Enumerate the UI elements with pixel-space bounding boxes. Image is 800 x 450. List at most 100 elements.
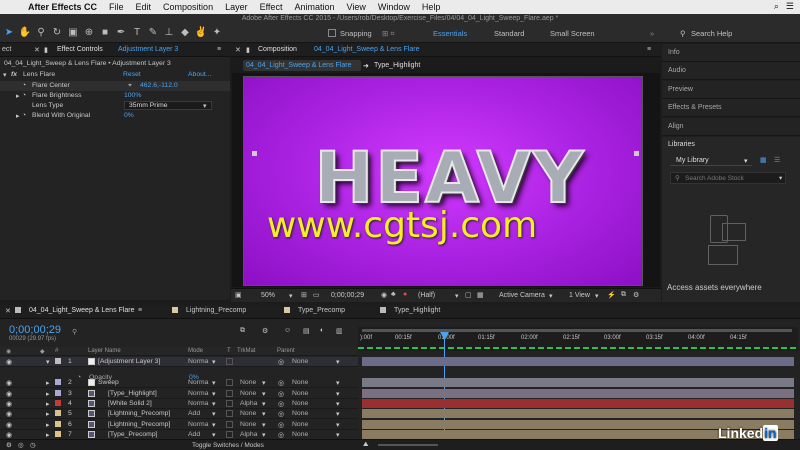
expand-arrow-icon[interactable]: ▸ <box>46 431 49 439</box>
lock-icon[interactable]: ▮ <box>246 46 250 54</box>
label-color-swatch[interactable] <box>55 379 61 387</box>
expand-arrow-icon[interactable]: ▸ <box>46 400 49 408</box>
layer-name[interactable]: [Adjustment Layer 3] <box>98 358 160 365</box>
stock-search-input[interactable]: ⚲ Search Adobe Stock ▾ <box>670 172 786 184</box>
blend-value[interactable]: 0% <box>124 112 134 119</box>
layer-row[interactable]: ◉ ▸ 4 [White Solid 2] Norma ▾ Alpha ▾ ◎ None ▾ <box>0 399 358 409</box>
eye-icon[interactable]: ◉ <box>6 358 12 366</box>
collapse-arrow-icon[interactable]: ▾ <box>3 71 6 79</box>
mode-dropdown[interactable]: Norma <box>188 390 208 397</box>
menu-animation[interactable]: Animation <box>288 2 340 12</box>
preview-panel[interactable]: Preview <box>662 81 800 99</box>
label-color-swatch[interactable] <box>55 421 61 429</box>
parent-dropdown[interactable]: None <box>292 400 308 407</box>
layer-row[interactable]: ◉ ▸ 6 [Lightning_Precomp] Norma ▾ None ▾ ◎ None ▾ <box>0 420 358 430</box>
label-color-swatch[interactable] <box>55 358 61 366</box>
expand-arrow-icon[interactable]: ▸ <box>46 390 49 398</box>
spotlight-icon[interactable]: ⌕ <box>774 1 779 12</box>
layer-name[interactable]: [Type_Precomp] <box>108 431 158 438</box>
label-color-swatch[interactable] <box>55 400 61 408</box>
roi-icon[interactable]: ▢ <box>465 291 472 299</box>
fx-icon[interactable]: fx <box>11 71 17 78</box>
expand-arrow-icon[interactable]: ▸ <box>46 421 49 429</box>
layer-name[interactable]: [Lightning_Precomp] <box>108 421 170 428</box>
snap-options-icon[interactable]: ⊞ ⌗ <box>382 29 395 39</box>
reset-link[interactable]: Reset <box>123 71 141 78</box>
menu-edit[interactable]: Edit <box>130 2 158 12</box>
comp-subtab-type-highlight[interactable]: Type_Highlight <box>374 62 420 69</box>
clone-tool-icon[interactable]: ⊥ <box>162 26 176 40</box>
zoom-slider[interactable] <box>378 444 438 446</box>
transparency-grid-icon[interactable]: ▦ <box>477 291 484 299</box>
stopwatch-icon[interactable]: ◔ <box>22 112 26 119</box>
pickwhip-icon[interactable]: ◎ <box>278 358 284 366</box>
mode-dropdown[interactable]: Add <box>188 431 200 438</box>
parent-dropdown[interactable]: None <box>292 410 308 417</box>
eye-icon[interactable]: ◉ <box>6 348 11 355</box>
roto-tool-icon[interactable]: ✌ <box>194 26 208 40</box>
pickwhip-icon[interactable]: ◎ <box>278 400 284 408</box>
preserve-transparency-checkbox[interactable] <box>226 390 233 399</box>
stopwatch-icon[interactable]: ◔ <box>22 82 26 89</box>
workspace-small-screen[interactable]: Small Screen <box>550 29 595 38</box>
zoom-tool-icon[interactable]: ⚲ <box>34 26 48 40</box>
menu-list-icon[interactable]: ☰ <box>786 1 794 12</box>
expand-arrow-icon[interactable]: ▸ <box>46 410 49 418</box>
tab-timeline-main[interactable]: 04_04_Light_Sweep & Lens Flare <box>29 307 134 314</box>
col-trkmat[interactable]: TrkMat <box>237 348 255 354</box>
audio-panel[interactable]: Audio <box>662 62 800 80</box>
menu-view[interactable]: View <box>340 2 371 12</box>
library-dropdown[interactable]: My Library ▾ <box>670 156 752 166</box>
mode-dropdown[interactable]: Add <box>188 410 200 417</box>
resolution-grid-icon[interactable]: ⊞ <box>301 291 307 299</box>
workspace-essentials[interactable]: Essentials <box>433 29 467 38</box>
work-area-bar[interactable] <box>362 329 792 332</box>
about-link[interactable]: About... <box>188 71 211 78</box>
layer-duration-bar[interactable] <box>362 357 794 366</box>
layer-row[interactable]: ◉ ▾ 1 [Adjustment Layer 3] Norma ▾ ◎ None ▾ <box>0 357 358 367</box>
grid-view-icon[interactable]: ▦ <box>760 156 767 164</box>
comp-mini-flowchart-icon[interactable]: ⧉ <box>240 327 245 335</box>
pickwhip-icon[interactable]: ◎ <box>278 390 284 398</box>
target-icon[interactable]: ⌖ <box>128 82 132 90</box>
stopwatch-icon[interactable]: ◔ <box>22 92 26 99</box>
layer-duration-bar[interactable] <box>362 409 794 418</box>
flare-center-value[interactable]: 462.6,-112.0 <box>140 82 178 89</box>
menu-effect[interactable]: Effect <box>254 2 289 12</box>
lens-type-dropdown[interactable]: 35mm Prime ▾ <box>124 101 212 110</box>
search-help-input[interactable]: Search Help <box>691 29 732 38</box>
col-layer-name[interactable]: Layer Name <box>88 348 121 354</box>
tab-lightning-precomp[interactable]: Lightning_Precomp <box>186 307 246 314</box>
effects-presets-panel[interactable]: Effects & Presets <box>662 99 800 117</box>
list-view-icon[interactable]: ☰ <box>774 156 780 164</box>
preserve-transparency-checkbox[interactable] <box>226 421 233 430</box>
mode-dropdown[interactable]: Norma <box>188 421 208 428</box>
close-icon[interactable]: ✕ <box>34 46 40 54</box>
comp-timecode[interactable]: 0;00;00;29 <box>331 292 364 299</box>
close-icon[interactable]: ✕ <box>235 46 241 54</box>
pan-behind-tool-icon[interactable]: ⊕ <box>82 26 96 40</box>
layer-duration-bar[interactable] <box>362 399 794 408</box>
label-color-swatch[interactable] <box>55 390 61 398</box>
pen-tool-icon[interactable]: ✒ <box>114 26 128 40</box>
eye-icon[interactable]: ◉ <box>6 421 12 429</box>
pickwhip-icon[interactable]: ◎ <box>278 410 284 418</box>
col-mode[interactable]: Mode <box>188 348 203 354</box>
menu-composition[interactable]: Composition <box>157 2 219 12</box>
current-timecode[interactable]: 0;00;00;29 <box>9 324 61 336</box>
layer-name[interactable]: [White Solid 2] <box>108 400 152 407</box>
eye-icon[interactable]: ◉ <box>6 400 12 408</box>
flowchart-icon[interactable]: ⚙ <box>633 291 639 299</box>
expand-time-icon[interactable]: ◷ <box>30 441 36 449</box>
col-parent[interactable]: Parent <box>277 348 295 354</box>
brush-tool-icon[interactable]: ✎ <box>146 26 160 40</box>
layer-handle[interactable] <box>634 151 639 156</box>
eye-icon[interactable]: ◉ <box>6 410 12 418</box>
parent-dropdown[interactable]: None <box>292 358 308 365</box>
tab-effect-controls[interactable]: Effect Controls <box>57 46 103 53</box>
layer-duration-bar[interactable] <box>362 378 794 387</box>
trkmat-dropdown[interactable]: Alpha <box>240 431 257 438</box>
stopwatch-icon[interactable]: ◔ <box>77 374 81 381</box>
graph-editor-icon[interactable]: ▥ <box>336 327 343 335</box>
panel-menu-icon[interactable]: ≡ <box>647 46 651 53</box>
